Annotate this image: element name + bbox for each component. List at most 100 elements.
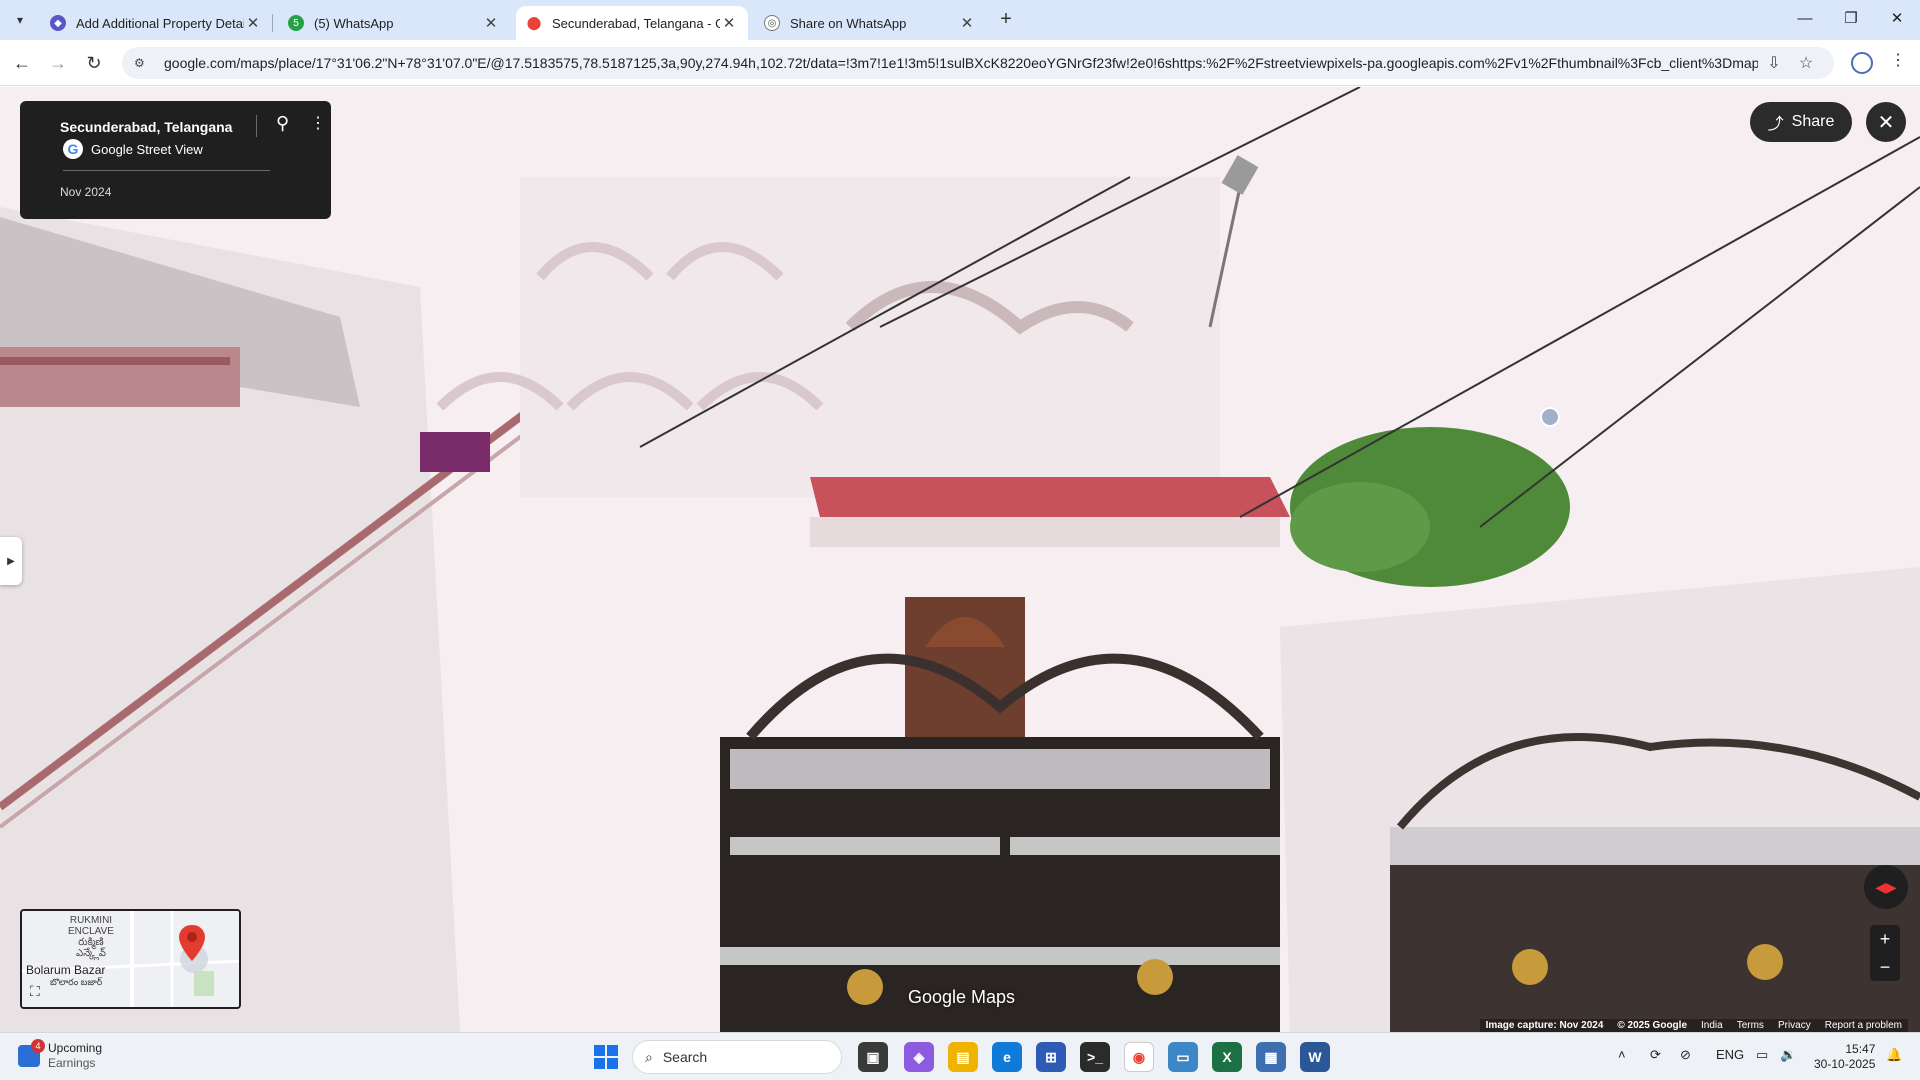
widget-title: Upcoming: [48, 1041, 103, 1055]
window-close-button[interactable]: ✕: [1874, 0, 1920, 40]
globe-icon: ◎: [764, 15, 780, 31]
close-icon[interactable]: ✕: [244, 14, 262, 32]
mini-map-roads: [22, 911, 239, 1007]
attribution-capture: Image capture: Nov 2024: [1485, 1020, 1604, 1031]
brand-label: Google Street View: [91, 141, 203, 157]
divider: [256, 115, 257, 137]
taskbar-search[interactable]: ⌕ Search: [632, 1040, 842, 1074]
share-button[interactable]: ⤴ Share: [1750, 102, 1852, 142]
close-icon[interactable]: ✕: [720, 14, 738, 32]
chevron-down-icon: ▾: [16, 13, 24, 27]
whatsapp-icon: 5: [288, 15, 304, 31]
tab-title: (5) WhatsApp: [314, 15, 394, 31]
reload-button[interactable]: ↻: [80, 50, 108, 76]
chrome-icon[interactable]: ◉: [1124, 1042, 1154, 1072]
start-button[interactable]: [594, 1045, 618, 1069]
location-pin-icon[interactable]: ⚲: [276, 113, 289, 134]
clock-date: 30-10-2025: [1814, 1057, 1876, 1071]
task-view-icon[interactable]: ▣: [858, 1042, 888, 1072]
capture-date-selector[interactable]: Nov 2024: [60, 185, 111, 199]
system-clock[interactable]: 15:47 30-10-2025: [1814, 1042, 1875, 1072]
install-app-icon[interactable]: ⇩: [1758, 53, 1790, 73]
side-panel-toggle[interactable]: ▶: [0, 537, 22, 585]
terms-link[interactable]: Terms: [1737, 1020, 1764, 1031]
menu-kebab-icon[interactable]: ⋮: [1888, 50, 1908, 70]
attribution-region[interactable]: India: [1701, 1020, 1723, 1031]
share-icon: ⤴: [1767, 116, 1784, 133]
zoom-out-button[interactable]: −: [1870, 953, 1900, 981]
browser-toolbar: ← → ↻ ⚙ google.com/maps/place/17°31'06.2…: [0, 40, 1920, 86]
google-logo-icon: G: [63, 139, 83, 159]
url-text[interactable]: google.com/maps/place/17°31'06.2"N+78°31…: [164, 55, 1758, 71]
tab-separator: [272, 14, 273, 32]
taskbar: 4 Upcoming Earnings ⌕ Search ▣ ◈ ▤ e ⊞ >…: [0, 1032, 1920, 1080]
tab-title: Add Additional Property Detail: [76, 15, 244, 31]
maps-pin-icon: ⬤: [526, 15, 542, 31]
tab-share-whatsapp[interactable]: ◎ Share on WhatsApp ✕: [754, 6, 986, 40]
sync-icon[interactable]: ⟳: [1650, 1047, 1661, 1063]
volume-icon[interactable]: 🔉: [1780, 1047, 1796, 1063]
site-info-icon[interactable]: ⚙: [134, 56, 152, 70]
bookmark-star-icon[interactable]: ☆: [1790, 53, 1822, 73]
excel-icon[interactable]: X: [1212, 1042, 1242, 1072]
google-maps-watermark: Google Maps: [908, 987, 1016, 1007]
calculator-icon[interactable]: ▦: [1256, 1042, 1286, 1072]
tab-whatsapp[interactable]: 5 (5) WhatsApp ✕: [278, 6, 510, 40]
divider: [63, 170, 270, 171]
terminal-icon[interactable]: >_: [1080, 1042, 1110, 1072]
privacy-link[interactable]: Privacy: [1778, 1020, 1811, 1031]
display-icon[interactable]: ▭: [1756, 1047, 1768, 1063]
close-icon[interactable]: ✕: [482, 14, 500, 32]
chevron-up-icon[interactable]: ˄: [1618, 1047, 1626, 1062]
mini-map-place-label: Bolarum Bazar: [26, 963, 106, 977]
profile-avatar[interactable]: [1851, 52, 1873, 74]
language-indicator[interactable]: ENG: [1716, 1047, 1744, 1062]
notification-badge: 4: [31, 1039, 45, 1053]
tab-strip: ▾ ◆ Add Additional Property Detail ✕ 5 (…: [0, 0, 1920, 40]
search-label: Search: [662, 1049, 708, 1065]
street-view-info-card: Secunderabad, Telangana G Google Street …: [20, 101, 331, 219]
mini-map-place-label-telugu: బొలారం బజార్: [50, 977, 103, 987]
back-button[interactable]: ←: [8, 50, 36, 76]
address-bar[interactable]: ⚙ google.com/maps/place/17°31'06.2"N+78°…: [122, 47, 1834, 79]
forward-button[interactable]: →: [44, 50, 72, 76]
compass-icon[interactable]: ◀▶: [1864, 865, 1908, 909]
widgets-button[interactable]: 4 Upcoming Earnings: [18, 1039, 103, 1071]
microsoft-store-icon[interactable]: ⊞: [1036, 1042, 1066, 1072]
new-tab-button[interactable]: +: [992, 8, 1020, 32]
place-title: Secunderabad, Telangana: [60, 119, 233, 135]
zoom-control: + −: [1870, 925, 1900, 981]
notification-bell-icon[interactable]: 🔔: [1886, 1047, 1902, 1063]
restore-button[interactable]: ❐: [1828, 0, 1874, 40]
search-icon: ⌕: [645, 1048, 653, 1065]
street-view-brand: G Google Street View: [63, 139, 203, 159]
clock-time: 15:47: [1845, 1042, 1876, 1056]
widget-subtitle: Earnings: [48, 1056, 96, 1070]
expand-map-icon[interactable]: ⛶: [30, 983, 40, 1000]
close-street-view-button[interactable]: ✕: [1866, 102, 1906, 142]
tab-title: Secunderabad, Telangana - Goo: [552, 15, 720, 31]
chevron-right-icon: ▶: [7, 555, 15, 567]
report-problem-link[interactable]: Report a problem: [1825, 1020, 1902, 1031]
street-view-image[interactable]: [0, 87, 1920, 1032]
close-icon: ✕: [1877, 111, 1895, 134]
edge-browser-icon[interactable]: e: [992, 1042, 1022, 1072]
minimize-button[interactable]: —: [1782, 0, 1828, 40]
web-app-icon: ◆: [50, 15, 66, 31]
tab-property-detail[interactable]: ◆ Add Additional Property Detail ✕: [40, 6, 272, 40]
zoom-in-button[interactable]: +: [1870, 925, 1900, 953]
street-view-panorama[interactable]: Secunderabad, Telangana G Google Street …: [0, 87, 1920, 1032]
word-icon[interactable]: W: [1300, 1042, 1330, 1072]
file-explorer-icon[interactable]: ▤: [948, 1042, 978, 1072]
map-attribution: Image capture: Nov 2024 © 2025 Google In…: [1479, 1019, 1908, 1032]
remote-desktop-icon[interactable]: ▭: [1168, 1042, 1198, 1072]
tab-search-button[interactable]: ▾: [8, 8, 32, 32]
more-options-icon[interactable]: ⋮: [310, 113, 326, 133]
close-icon[interactable]: ✕: [958, 14, 976, 32]
copilot-icon[interactable]: ◈: [904, 1042, 934, 1072]
stock-chart-icon: 4: [18, 1039, 45, 1067]
tab-title: Share on WhatsApp: [790, 15, 907, 31]
network-off-icon[interactable]: ⊘: [1680, 1047, 1691, 1063]
mini-map[interactable]: RUKMINI ENCLAVE రుక్మిణి ఎన్క్లేవ్ Bolar…: [20, 909, 241, 1009]
tab-google-maps[interactable]: ⬤ Secunderabad, Telangana - Goo ✕: [516, 6, 748, 40]
